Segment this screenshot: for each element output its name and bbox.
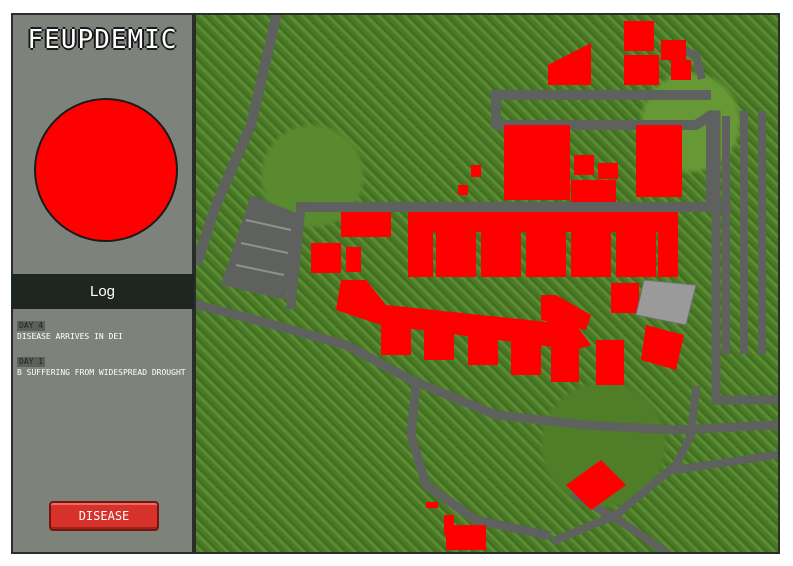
building-uninfected[interactable]: [635, 279, 697, 326]
globe-icon: [34, 98, 178, 242]
building[interactable]: [574, 155, 594, 175]
building[interactable]: [636, 125, 682, 197]
building[interactable]: [426, 502, 438, 508]
building[interactable]: [598, 163, 618, 179]
disease-button[interactable]: DISEASE: [49, 501, 159, 531]
campus-map[interactable]: [194, 13, 780, 554]
log-entry: DAY 1 B SUFFERING FROM WIDESPREAD DROUGH…: [17, 349, 187, 377]
log-header: Log: [11, 274, 194, 309]
building[interactable]: [468, 325, 498, 365]
building[interactable]: [481, 232, 521, 277]
building[interactable]: [446, 525, 486, 550]
log-day-label: DAY 1: [17, 357, 46, 367]
building[interactable]: [624, 21, 654, 51]
building[interactable]: [311, 243, 341, 273]
log-message: DISEASE ARRIVES IN DEI: [17, 332, 123, 341]
building[interactable]: [408, 212, 678, 232]
building[interactable]: [436, 232, 476, 277]
building[interactable]: [566, 460, 626, 510]
building[interactable]: [381, 310, 411, 355]
building[interactable]: [504, 125, 570, 200]
building[interactable]: [658, 212, 678, 277]
building[interactable]: [424, 320, 454, 360]
building[interactable]: [408, 212, 433, 277]
log-message: B SUFFERING FROM WIDESPREAD DROUGHT: [17, 368, 186, 377]
building[interactable]: [624, 55, 659, 85]
building[interactable]: [611, 283, 639, 313]
side-panel: FEUPDEMIC Log DAY 4 DISEASE ARRIVES IN D…: [11, 13, 194, 554]
building[interactable]: [671, 60, 691, 80]
building[interactable]: [571, 180, 616, 202]
building[interactable]: [526, 232, 566, 277]
building[interactable]: [511, 333, 541, 375]
building[interactable]: [458, 185, 468, 195]
map-canvas[interactable]: [196, 15, 778, 552]
building[interactable]: [571, 232, 611, 277]
building[interactable]: [596, 340, 624, 385]
building[interactable]: [548, 43, 591, 85]
game-title: FEUPDEMIC: [27, 25, 178, 55]
building[interactable]: [346, 247, 361, 272]
building[interactable]: [551, 337, 579, 382]
building[interactable]: [661, 40, 686, 60]
game-window: FEUPDEMIC Log DAY 4 DISEASE ARRIVES IN D…: [0, 0, 793, 566]
building[interactable]: [641, 325, 684, 370]
log-entry: DAY 4 DISEASE ARRIVES IN DEI: [17, 313, 187, 341]
building[interactable]: [341, 212, 391, 237]
log-list: DAY 4 DISEASE ARRIVES IN DEI DAY 1 B SUF…: [17, 313, 187, 385]
building[interactable]: [616, 232, 656, 277]
log-day-label: DAY 4: [17, 321, 46, 331]
building[interactable]: [471, 165, 481, 177]
